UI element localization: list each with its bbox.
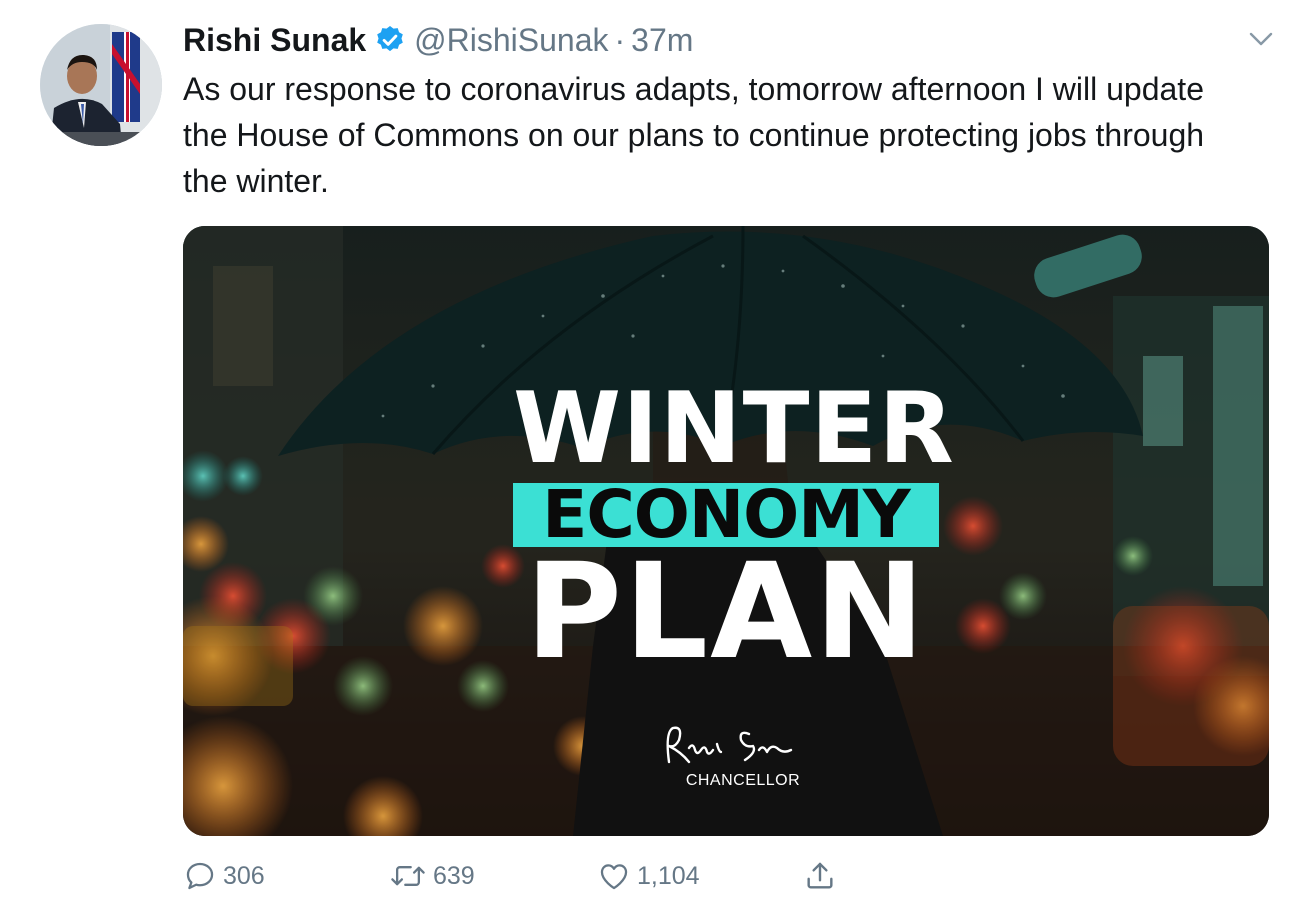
like-count: 1,104 [637,861,700,890]
retweet-button[interactable]: 639 [389,856,475,896]
author-handle[interactable]: @RishiSunak [414,20,608,60]
tweet: Rishi Sunak @RishiSunak · 37m As our res… [0,0,1310,917]
media-title-winter: WINTER [513,372,955,486]
like-button[interactable]: 1,104 [597,856,700,896]
reply-icon [183,859,217,893]
media-title-block: WINTER ECONOMY PLAN [513,372,955,689]
header-separator: · [614,22,626,58]
reply-count: 306 [223,861,265,890]
chevron-down-icon[interactable] [1246,26,1276,52]
avatar-image [40,24,162,146]
heart-icon [597,859,631,893]
tweet-text: As our response to coronavirus adapts, t… [183,71,1205,199]
tweet-actions: 306 639 1,104 [183,856,883,896]
signature-image [659,722,819,768]
reply-button[interactable]: 306 [183,856,265,896]
verified-badge-icon [374,24,406,56]
retweet-count: 639 [433,861,475,890]
share-icon [803,859,837,893]
tweet-media-image[interactable]: WINTER ECONOMY PLAN CHANCELLOR [183,226,1269,836]
retweet-icon [389,859,427,893]
share-button[interactable] [803,856,837,896]
avatar[interactable] [40,24,162,146]
media-title-plan: PLAN [525,535,927,689]
author-display-name[interactable]: Rishi Sunak [183,20,366,60]
tweet-header: Rishi Sunak @RishiSunak · 37m [183,20,693,60]
media-subtitle: CHANCELLOR [685,772,801,789]
tweet-timestamp[interactable]: 37m [631,20,693,60]
